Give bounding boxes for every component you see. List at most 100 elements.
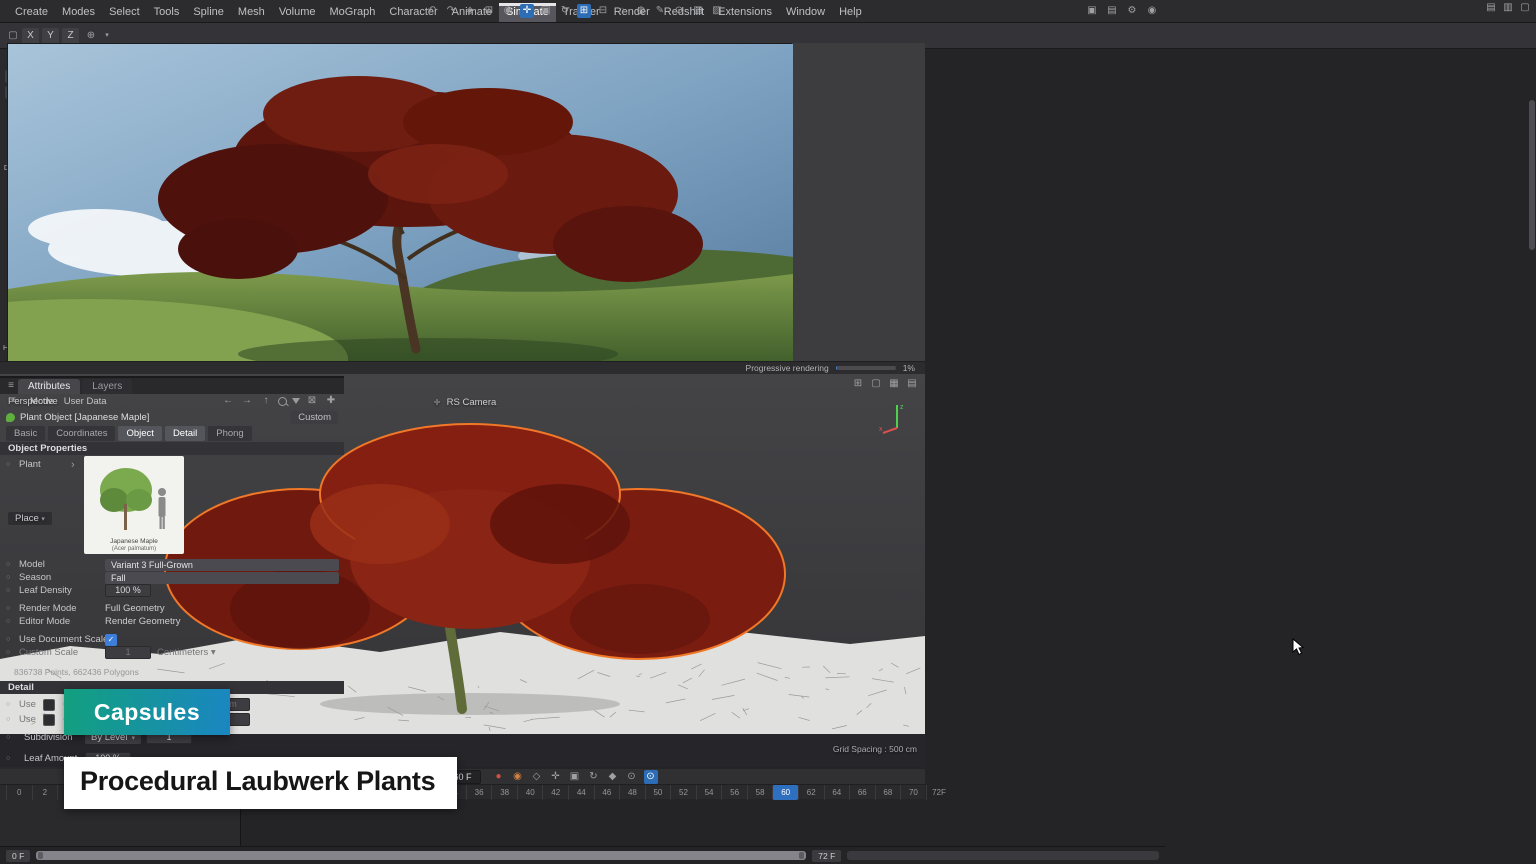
timeline-frame-44[interactable]: 44 — [568, 785, 594, 800]
view-quad-icon[interactable]: ▦ — [887, 377, 901, 391]
timeline-frame-46[interactable]: 46 — [594, 785, 620, 800]
param-value-dropdown[interactable]: Full Geometry — [105, 603, 165, 614]
timeline-frame-58[interactable]: 58 — [747, 785, 773, 800]
point-level-key-icon[interactable]: ⊙ — [625, 770, 639, 784]
workplane-icon[interactable]: ▧ — [691, 4, 705, 18]
lock-icon[interactable]: ⊠ — [305, 394, 319, 408]
use-checkbox[interactable] — [43, 714, 55, 726]
axis-lock-y[interactable]: Y — [42, 28, 59, 44]
position-key-icon[interactable]: ✛ — [549, 770, 563, 784]
menu-window[interactable]: Window — [779, 3, 832, 22]
plant-expand-arrow[interactable]: › — [71, 459, 75, 471]
keyframe-selection-icon[interactable]: ◇ — [530, 770, 544, 784]
menu-mesh[interactable]: Mesh — [231, 3, 272, 22]
menu-modes[interactable]: Modes — [55, 3, 102, 22]
circle-b-icon[interactable]: ◍ — [634, 4, 648, 18]
hamburger-icon[interactable]: ≡ — [4, 379, 18, 393]
mode-button[interactable]: Mode — [30, 396, 54, 407]
timeline-frame-70[interactable]: 70 — [900, 785, 926, 800]
range-track[interactable] — [36, 851, 806, 860]
tab-layers[interactable]: Layers — [82, 379, 132, 394]
panel-split-icon[interactable]: ▥ — [1501, 1, 1515, 15]
panel-close-icon[interactable]: ▢ — [1518, 1, 1532, 15]
timeline-frame-60[interactable]: 60 — [772, 785, 798, 800]
render-view-icon[interactable]: ▣ — [1085, 4, 1099, 18]
axis-lock-x[interactable]: X — [22, 28, 39, 44]
move-icon[interactable]: ✛ — [520, 4, 534, 18]
menu-spline[interactable]: Spline — [186, 3, 231, 22]
anim-dot[interactable]: ○ — [6, 561, 19, 568]
parameter-key-icon[interactable]: ◆ — [606, 770, 620, 784]
timeline-frame-66[interactable]: 66 — [849, 785, 875, 800]
back-icon[interactable]: ← — [221, 394, 235, 408]
timeline-frame-42[interactable]: 42 — [542, 785, 568, 800]
interactive-render-icon[interactable]: ◉ — [1145, 4, 1159, 18]
magnet-icon[interactable]: ⊙ — [672, 4, 686, 18]
anim-dot[interactable]: ○ — [6, 701, 19, 708]
place-tool-label[interactable]: Place ▾ — [8, 512, 52, 525]
menu-mograph[interactable]: MoGraph — [323, 3, 383, 22]
param-value-dropdown[interactable]: Variant 3 Full-Grown — [105, 559, 339, 571]
anim-dot[interactable]: ○ — [6, 649, 19, 656]
scale-key-icon[interactable]: ▣ — [568, 770, 582, 784]
anim-dot[interactable]: ○ — [6, 755, 19, 762]
menu-help[interactable]: Help — [832, 3, 869, 22]
timeline-frame-2[interactable]: 2 — [32, 785, 58, 800]
asset-scrollbar[interactable] — [1529, 100, 1535, 728]
timeline-frame-52[interactable]: 52 — [670, 785, 696, 800]
record-icon[interactable]: ● — [492, 770, 506, 784]
filter-icon[interactable] — [292, 398, 300, 404]
coordinate-system-icon[interactable]: ⊕ — [84, 29, 98, 43]
knife-icon[interactable]: ✎ — [653, 4, 667, 18]
panel-list-icon[interactable]: ▤ — [1484, 1, 1498, 15]
hamburger-icon[interactable]: ≡ — [6, 394, 20, 408]
section-tab-basic[interactable]: Basic — [6, 426, 45, 441]
plant-preview-thumbnail[interactable]: Japanese Maple (Acer palmatum) — [84, 456, 184, 554]
param-value-dropdown[interactable]: Fall — [105, 572, 339, 584]
camera-cube-icon[interactable]: ◈ — [463, 4, 477, 18]
up-icon[interactable]: ↑ — [259, 394, 273, 408]
param-value-dropdown[interactable]: Render Geometry — [105, 616, 181, 627]
param-value-field[interactable]: 100 % — [105, 584, 151, 597]
view-layout-icon[interactable]: ⊞ — [851, 377, 865, 391]
redo-icon[interactable]: ↷ — [444, 4, 458, 18]
render-to-picture-icon[interactable]: ▤ — [1105, 4, 1119, 18]
anim-dot[interactable]: ○ — [6, 574, 19, 581]
asset-scrollbar-thumb[interactable] — [1529, 100, 1535, 250]
axis-lock-z[interactable]: Z — [62, 28, 79, 44]
timeline-frame-36[interactable]: 36 — [466, 785, 492, 800]
timeline-frame-38[interactable]: 38 — [491, 785, 517, 800]
rotate-icon[interactable]: ↻ — [558, 4, 572, 18]
tab-attributes[interactable]: Attributes — [18, 379, 80, 394]
sphere-cage-icon[interactable]: ◉ — [501, 4, 515, 18]
timeline-frame-64[interactable]: 64 — [824, 785, 850, 800]
custom-preset-dropdown[interactable]: Custom — [291, 411, 338, 424]
param-unit-dropdown[interactable]: Centimeters ▾ — [157, 647, 216, 658]
menu-volume[interactable]: Volume — [272, 3, 323, 22]
param-checkbox[interactable]: ✓ — [105, 634, 117, 646]
range-start-field[interactable]: 0 F — [6, 850, 30, 862]
anim-dot[interactable]: ○ — [6, 636, 19, 643]
range-end-field[interactable]: 72 F — [812, 850, 841, 862]
workplane-lock-icon[interactable]: ▨ — [710, 4, 724, 18]
timeline-frame-62[interactable]: 62 — [798, 785, 824, 800]
magnet-snap-icon[interactable]: ⊙ — [644, 770, 658, 784]
use-checkbox[interactable] — [43, 699, 55, 711]
autokey-icon[interactable]: ◉ — [511, 770, 525, 784]
anim-dot[interactable]: ○ — [6, 618, 19, 625]
search-icon[interactable] — [278, 397, 287, 406]
add-icon[interactable]: ✚ — [324, 394, 338, 408]
cube-axes-icon[interactable]: ⊞ — [482, 4, 496, 18]
user-data-button[interactable]: User Data — [64, 396, 107, 407]
menu-select[interactable]: Select — [102, 3, 147, 22]
rotation-key-icon[interactable]: ↻ — [587, 770, 601, 784]
timeline-frame-0[interactable]: 0 — [6, 785, 32, 800]
anim-dot[interactable]: ○ — [6, 734, 19, 741]
render-settings-icon[interactable]: ⚙ — [1125, 4, 1139, 18]
circle-a-icon[interactable]: ◌ — [615, 4, 629, 18]
timeline-frame-40[interactable]: 40 — [517, 785, 543, 800]
anim-dot[interactable]: ○ — [6, 461, 19, 468]
timeline-frame-48[interactable]: 48 — [619, 785, 645, 800]
section-tab-object[interactable]: Object — [118, 426, 161, 441]
quantize-icon[interactable]: ⊟ — [596, 4, 610, 18]
